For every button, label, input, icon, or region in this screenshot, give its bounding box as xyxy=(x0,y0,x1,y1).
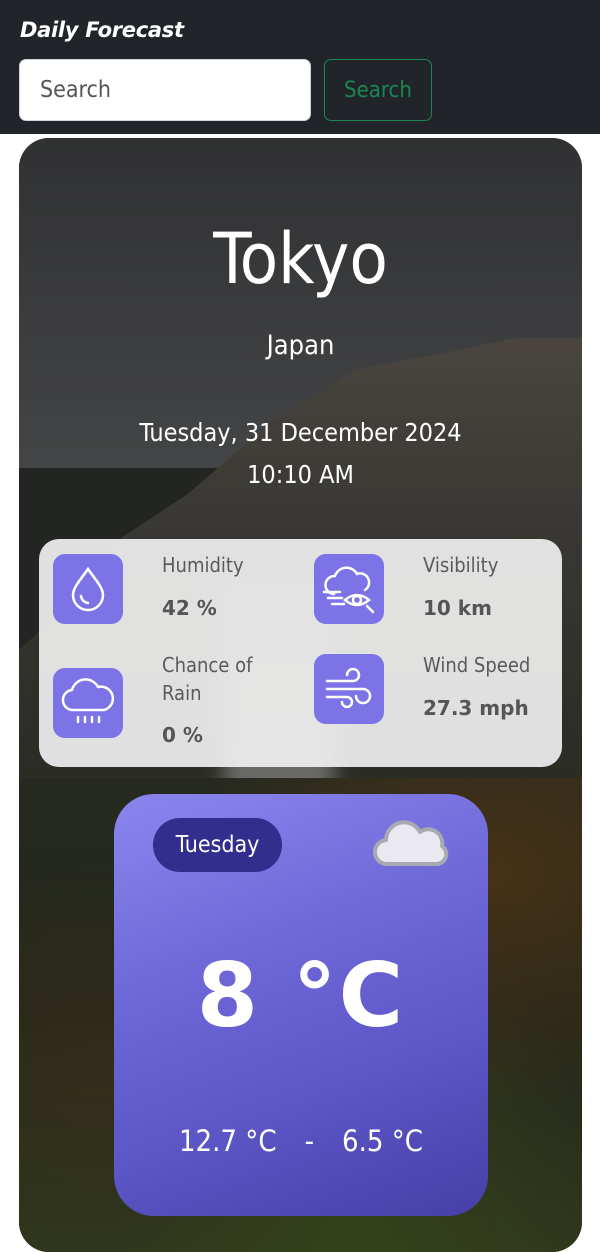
wind-speed-label: Wind Speed xyxy=(423,653,531,677)
search-input[interactable] xyxy=(19,59,311,121)
humidity-label: Humidity xyxy=(162,553,244,577)
day-badge: Tuesday xyxy=(153,818,282,872)
brand-title[interactable]: Daily Forecast xyxy=(20,18,184,42)
cloud-icon xyxy=(372,816,452,872)
country-name: Japan xyxy=(266,330,335,361)
low-temperature: 6.5 °C xyxy=(342,1124,424,1158)
droplet-icon xyxy=(53,554,123,624)
current-temperature: 8 °C xyxy=(196,944,406,1047)
daily-forecast-card[interactable]: Tuesday 8 °C 12.7 °C - 6.5 °C xyxy=(114,794,488,1216)
city-name: Tokyo xyxy=(213,218,388,300)
cloud-eye-icon xyxy=(314,554,384,624)
current-time: 10:10 AM xyxy=(247,460,354,489)
top-navbar: Daily Forecast Search xyxy=(0,0,600,134)
high-temperature: 12.7 °C xyxy=(178,1124,277,1158)
wind-speed-value: 27.3 mph xyxy=(423,696,529,720)
range-separator: - xyxy=(304,1124,314,1158)
weather-card: Tokyo Japan Tuesday, 31 December 2024 10… xyxy=(19,138,582,1252)
weather-stats-panel: Humidity 42 % Visibility 10 km Chance of… xyxy=(39,539,562,767)
chance-of-rain-label: Chance of Rain xyxy=(162,653,253,705)
wind-icon xyxy=(314,654,384,724)
rain-cloud-icon xyxy=(53,668,123,738)
visibility-label: Visibility xyxy=(423,553,499,577)
visibility-value: 10 km xyxy=(423,596,492,620)
temperature-range: 12.7 °C - 6.5 °C xyxy=(114,1124,488,1158)
humidity-value: 42 % xyxy=(162,596,217,620)
search-button[interactable]: Search xyxy=(324,59,432,121)
chance-of-rain-value: 0 % xyxy=(162,723,203,747)
current-date: Tuesday, 31 December 2024 xyxy=(139,418,462,447)
